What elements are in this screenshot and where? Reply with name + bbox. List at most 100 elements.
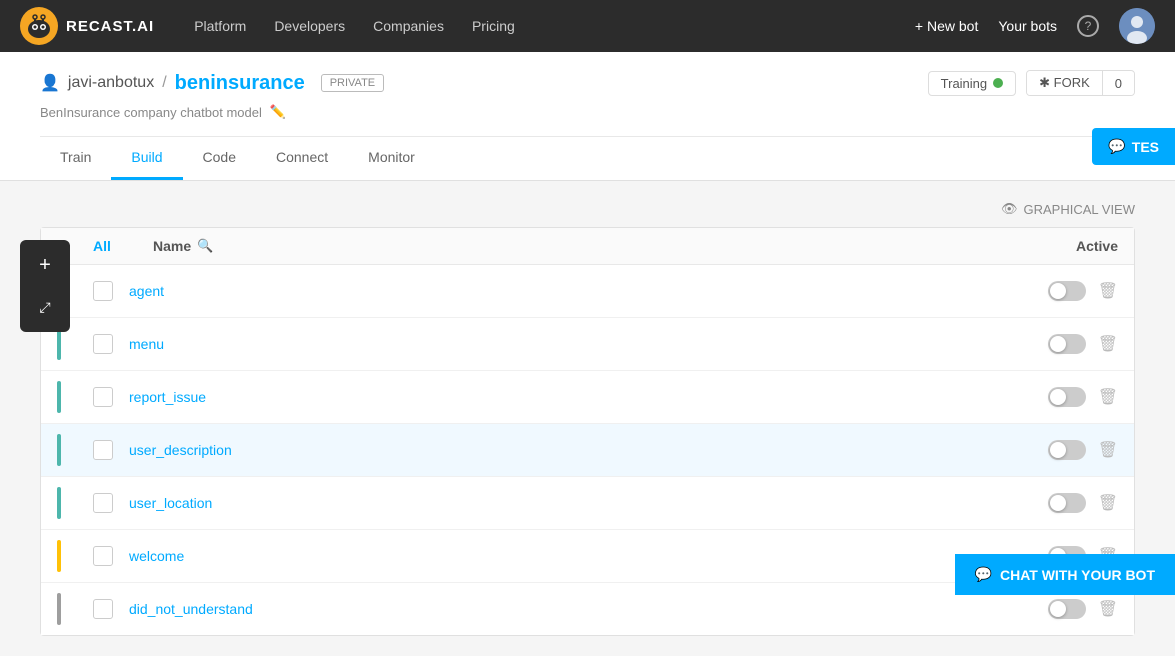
intent-checkbox-0[interactable] bbox=[93, 281, 113, 301]
tab-monitor[interactable]: Monitor bbox=[348, 137, 435, 180]
avatar[interactable] bbox=[1119, 8, 1155, 44]
intent-name-4[interactable]: user_location bbox=[129, 495, 998, 511]
training-dot bbox=[993, 78, 1003, 88]
fork-count: 0 bbox=[1103, 72, 1134, 95]
row-check-4 bbox=[57, 487, 93, 519]
tab-train[interactable]: Train bbox=[40, 137, 111, 180]
logo-icon bbox=[20, 7, 58, 45]
row-check-3 bbox=[57, 434, 93, 466]
nav-links: Platform Developers Companies Pricing bbox=[194, 18, 885, 34]
nav-developers[interactable]: Developers bbox=[274, 18, 345, 34]
bot-description: BenInsurance company chatbot model bbox=[40, 105, 262, 120]
user-icon: 👤 bbox=[40, 73, 60, 93]
col-all-label[interactable]: All bbox=[93, 238, 153, 254]
intent-name-1[interactable]: menu bbox=[129, 336, 998, 352]
intent-checkbox-2[interactable] bbox=[93, 387, 113, 407]
test-button[interactable]: 💬 TES bbox=[1092, 128, 1175, 165]
chat-bubble-icon: 💬 bbox=[1108, 138, 1125, 155]
chat-icon: 💬 bbox=[975, 566, 992, 583]
intent-checkbox-3[interactable] bbox=[93, 440, 113, 460]
intent-checkbox-6[interactable] bbox=[93, 599, 113, 619]
fork-button[interactable]: ✱ FORK 0 bbox=[1026, 70, 1135, 96]
table-row: menu 🗑 bbox=[41, 318, 1134, 371]
name-search-icon[interactable]: 🔍 bbox=[197, 238, 213, 254]
delete-icon-3[interactable]: 🗑 bbox=[1098, 440, 1118, 460]
delete-icon-6[interactable]: 🗑 bbox=[1098, 599, 1118, 619]
toggle-4[interactable] bbox=[1048, 493, 1086, 513]
chat-label: CHAT WITH YOUR BOT bbox=[1000, 567, 1155, 583]
toggle-3[interactable] bbox=[1048, 440, 1086, 460]
delete-icon-0[interactable]: 🗑 bbox=[1098, 281, 1118, 301]
row-actions-3: 🗑 bbox=[998, 440, 1118, 460]
nav-right: + New bot Your bots ? bbox=[915, 8, 1155, 44]
table-header: All Name 🔍 Active bbox=[41, 228, 1134, 265]
test-label: TES bbox=[1132, 139, 1159, 155]
expand-button[interactable]: ⤢ bbox=[28, 290, 62, 324]
eye-icon: 👁 bbox=[1001, 201, 1018, 217]
intent-name-0[interactable]: agent bbox=[129, 283, 998, 299]
row-check-2 bbox=[57, 381, 93, 413]
breadcrumb-bot[interactable]: beninsurance bbox=[175, 72, 305, 95]
intent-name-5[interactable]: welcome bbox=[129, 548, 998, 564]
intent-color-bar bbox=[57, 328, 61, 360]
help-button[interactable]: ? bbox=[1077, 15, 1099, 37]
training-status: Training bbox=[928, 71, 1016, 96]
toggle-2[interactable] bbox=[1048, 387, 1086, 407]
avatar-icon bbox=[1119, 8, 1155, 44]
row-actions-6: 🗑 bbox=[998, 599, 1118, 619]
logo[interactable]: RECAST.AI bbox=[20, 7, 154, 45]
your-bots-button[interactable]: Your bots bbox=[998, 18, 1057, 34]
tab-connect[interactable]: Connect bbox=[256, 137, 348, 180]
intent-name-3[interactable]: user_description bbox=[129, 442, 998, 458]
row-actions-2: 🗑 bbox=[998, 387, 1118, 407]
description-row: BenInsurance company chatbot model ✏️ bbox=[40, 104, 1135, 126]
page-header: 👤 javi-anbotux / beninsurance PRIVATE Tr… bbox=[0, 52, 1175, 181]
tab-code[interactable]: Code bbox=[183, 137, 256, 180]
nav-platform[interactable]: Platform bbox=[194, 18, 246, 34]
intent-checkbox-4[interactable] bbox=[93, 493, 113, 513]
intent-name-6[interactable]: did_not_understand bbox=[129, 601, 998, 617]
table-row: report_issue 🗑 bbox=[41, 371, 1134, 424]
intent-color-bar bbox=[57, 593, 61, 625]
nav-pricing[interactable]: Pricing bbox=[472, 18, 515, 34]
chat-button[interactable]: 💬 CHAT WITH YOUR BOT bbox=[955, 554, 1175, 595]
logo-text: RECAST.AI bbox=[66, 18, 154, 35]
toggle-6[interactable] bbox=[1048, 599, 1086, 619]
row-check-6 bbox=[57, 593, 93, 625]
intent-color-bar bbox=[57, 540, 61, 572]
breadcrumb-separator: / bbox=[162, 74, 166, 92]
breadcrumb-user[interactable]: javi-anbotux bbox=[68, 74, 154, 92]
delete-icon-2[interactable]: 🗑 bbox=[1098, 387, 1118, 407]
graphical-view-button[interactable]: 👁 GRAPHICAL VIEW bbox=[1001, 201, 1135, 217]
delete-icon-4[interactable]: 🗑 bbox=[1098, 493, 1118, 513]
fork-label[interactable]: ✱ FORK bbox=[1027, 71, 1103, 95]
toggle-0[interactable] bbox=[1048, 281, 1086, 301]
new-bot-button[interactable]: + New bot bbox=[915, 18, 978, 34]
edit-icon[interactable]: ✏️ bbox=[270, 104, 286, 120]
table-row: agent 🗑 bbox=[41, 265, 1134, 318]
nav-companies[interactable]: Companies bbox=[373, 18, 444, 34]
row-actions-4: 🗑 bbox=[998, 493, 1118, 513]
tabs-row: Train Build Code Connect Monitor ⚙ bbox=[40, 136, 1135, 180]
row-check-1 bbox=[57, 328, 93, 360]
col-active-label: Active bbox=[998, 238, 1118, 254]
intent-color-bar bbox=[57, 487, 61, 519]
intent-name-2[interactable]: report_issue bbox=[129, 389, 998, 405]
toggle-1[interactable] bbox=[1048, 334, 1086, 354]
intent-checkbox-1[interactable] bbox=[93, 334, 113, 354]
breadcrumb: 👤 javi-anbotux / beninsurance PRIVATE bbox=[40, 72, 384, 95]
col-name-label: Name 🔍 bbox=[153, 238, 998, 254]
row-actions-0: 🗑 bbox=[998, 281, 1118, 301]
delete-icon-1[interactable]: 🗑 bbox=[1098, 334, 1118, 354]
table-row: user_location 🗑 bbox=[41, 477, 1134, 530]
add-button[interactable]: + bbox=[28, 248, 62, 282]
intent-checkbox-5[interactable] bbox=[93, 546, 113, 566]
row-check-5 bbox=[57, 540, 93, 572]
private-badge: PRIVATE bbox=[321, 74, 384, 92]
row-actions-1: 🗑 bbox=[998, 334, 1118, 354]
tab-build[interactable]: Build bbox=[111, 137, 182, 180]
table-row: user_description 🗑 bbox=[41, 424, 1134, 477]
header-right: Training ✱ FORK 0 bbox=[928, 70, 1135, 96]
graphical-view-label: GRAPHICAL VIEW bbox=[1024, 202, 1135, 217]
intent-color-bar bbox=[57, 434, 61, 466]
